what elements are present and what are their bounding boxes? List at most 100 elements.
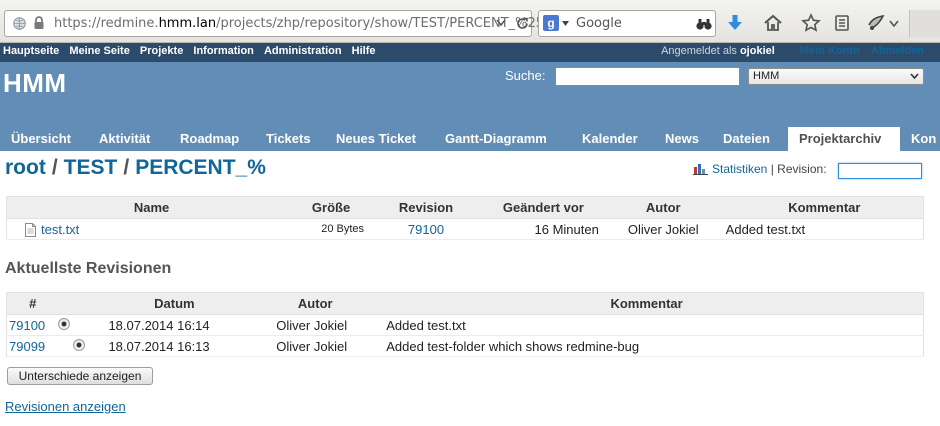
revisions-table: # Datum Autor Kommentar 79100 18.07.2014… bbox=[6, 292, 924, 357]
top-menu-my-page[interactable]: Meine Seite bbox=[69, 45, 130, 57]
file-icon bbox=[25, 222, 36, 237]
tab-overview[interactable]: Übersicht bbox=[0, 127, 82, 151]
table-row: 79100 18.07.2014 16:14 Oliver Jokiel Add… bbox=[6, 314, 924, 336]
project-select-value: HMM bbox=[753, 70, 780, 82]
revision-date: 18.07.2014 16:14 bbox=[88, 314, 261, 336]
top-menu-information[interactable]: Information bbox=[193, 45, 254, 57]
project-title: HMM bbox=[3, 68, 67, 98]
main-menu: Übersicht Aktivität Roadmap Tickets Neue… bbox=[0, 127, 940, 151]
google-logo-icon[interactable]: g bbox=[543, 15, 559, 31]
radio-column-header bbox=[73, 292, 89, 315]
tab-gantt[interactable]: Gantt-Diagramm bbox=[434, 127, 558, 151]
top-menu-projects[interactable]: Projekte bbox=[140, 45, 183, 57]
entries-header-row: Name Größe Revision Geändert vor Autor K… bbox=[6, 196, 924, 219]
tab-new-ticket[interactable]: Neues Ticket bbox=[325, 127, 427, 151]
entry-comment: Added test.txt bbox=[725, 218, 924, 240]
header: HMM Suche: HMM Übersicht Aktivität Roadm… bbox=[0, 62, 940, 151]
tab-repository[interactable]: Projektarchiv bbox=[788, 127, 900, 151]
extension-icon[interactable] bbox=[866, 13, 886, 33]
chevron-down-icon bbox=[910, 73, 919, 80]
logged-in-as: Angemeldet als ojokiel bbox=[661, 45, 775, 57]
breadcrumb-separator: / bbox=[51, 156, 58, 179]
statistics-link[interactable]: Statistiken bbox=[712, 162, 767, 176]
url-bar[interactable]: https://redmine.hmm.lan/projects/zhp/rep… bbox=[4, 10, 544, 37]
breadcrumb: root / TEST / PERCENT_% bbox=[5, 156, 266, 180]
revision-author: Oliver Jokiel bbox=[260, 314, 371, 336]
breadcrumb-folder[interactable]: TEST bbox=[64, 156, 118, 179]
radio-cell bbox=[73, 314, 89, 336]
url-text: https://redmine.hmm.lan/projects/zhp/rep… bbox=[54, 16, 545, 31]
diff-to-radio[interactable] bbox=[73, 338, 86, 351]
view-revisions-link[interactable]: Revisionen anzeigen bbox=[5, 399, 126, 414]
column-header: Geändert vor bbox=[485, 196, 601, 219]
contextual-actions: Statistiken | Revision: bbox=[693, 162, 827, 176]
tab-tickets[interactable]: Tickets bbox=[255, 127, 322, 151]
column-header: # bbox=[6, 292, 59, 315]
top-menu-home[interactable]: Hauptseite bbox=[3, 45, 59, 57]
table-row: 79099 18.07.2014 16:13 Oliver Jokiel Add… bbox=[6, 335, 924, 357]
revision-id-cell: 79099 bbox=[6, 335, 59, 357]
username-link[interactable]: ojokiel bbox=[740, 45, 775, 57]
url-dropdown-icon[interactable] bbox=[496, 19, 506, 27]
column-header: Name bbox=[6, 196, 297, 219]
reading-list-icon[interactable] bbox=[832, 13, 852, 33]
tab-calendar[interactable]: Kalender bbox=[571, 127, 649, 151]
column-header: Revision bbox=[366, 196, 486, 219]
download-icon[interactable] bbox=[725, 13, 745, 33]
logout-link[interactable]: Abmelden bbox=[871, 45, 924, 57]
revision-label: Revision: bbox=[777, 162, 827, 176]
web-search-placeholder: Google bbox=[576, 16, 622, 31]
top-menu-help[interactable]: Hilfe bbox=[352, 45, 376, 57]
web-search-box[interactable]: g Google bbox=[538, 10, 716, 37]
chevron-down-icon[interactable] bbox=[562, 21, 569, 26]
tab-news[interactable]: News bbox=[654, 127, 710, 151]
globe-icon bbox=[13, 17, 26, 30]
lock-icon bbox=[34, 16, 44, 29]
binoculars-icon[interactable] bbox=[696, 17, 712, 31]
view-differences-button[interactable]: Unterschiede anzeigen bbox=[7, 367, 153, 385]
chevron-down-icon[interactable] bbox=[888, 13, 900, 33]
search-label: Suche: bbox=[505, 68, 546, 83]
column-header: Größe bbox=[296, 196, 367, 219]
tab-settings[interactable]: Kon bbox=[900, 127, 940, 151]
latest-revisions-heading: Aktuellste Revisionen bbox=[5, 260, 172, 277]
project-jump-select[interactable]: HMM bbox=[748, 68, 924, 85]
reload-icon[interactable] bbox=[515, 16, 530, 31]
column-header: Kommentar bbox=[725, 196, 924, 219]
tab-files[interactable]: Dateien bbox=[712, 127, 781, 151]
search-input[interactable] bbox=[555, 67, 740, 86]
diff-from-radio[interactable] bbox=[58, 317, 71, 330]
radio-cell bbox=[73, 335, 89, 357]
column-header: Autor bbox=[600, 196, 726, 219]
tab-activity[interactable]: Aktivität bbox=[88, 127, 161, 151]
revision-id-link[interactable]: 79099 bbox=[9, 339, 45, 354]
browser-toolbar: https://redmine.hmm.lan/projects/zhp/rep… bbox=[0, 0, 940, 43]
breadcrumb-separator: / bbox=[123, 156, 130, 179]
revision-id-link[interactable]: 79100 bbox=[9, 318, 45, 333]
entry-author: Oliver Jokiel bbox=[600, 218, 726, 240]
entry-revision-link[interactable]: 79100 bbox=[408, 222, 444, 237]
top-menu: Hauptseite Meine Seite Projekte Informat… bbox=[0, 43, 940, 62]
entries-table: Name Größe Revision Geändert vor Autor K… bbox=[6, 196, 924, 240]
entry-age: 16 Minuten bbox=[485, 218, 601, 240]
radio-cell bbox=[58, 314, 74, 336]
breadcrumb-root[interactable]: root bbox=[5, 156, 46, 179]
revision-id-cell: 79100 bbox=[6, 314, 59, 336]
tab-roadmap[interactable]: Roadmap bbox=[169, 127, 250, 151]
column-header: Autor bbox=[260, 292, 371, 315]
home-icon[interactable] bbox=[763, 13, 783, 33]
contextual-divider: | bbox=[770, 162, 774, 176]
entry-name-cell: test.txt bbox=[6, 218, 297, 240]
entry-name-link[interactable]: test.txt bbox=[41, 222, 79, 237]
statistics-icon[interactable] bbox=[693, 162, 708, 175]
top-menu-administration[interactable]: Administration bbox=[264, 45, 342, 57]
my-account-link[interactable]: Mein Konto bbox=[800, 45, 860, 57]
window-edge bbox=[909, 10, 940, 37]
revision-author: Oliver Jokiel bbox=[260, 335, 371, 357]
breadcrumb-current[interactable]: PERCENT_% bbox=[135, 156, 266, 179]
entry-size: 20 Bytes bbox=[296, 218, 367, 240]
bookmark-star-icon[interactable] bbox=[801, 13, 821, 33]
entry-revision-cell: 79100 bbox=[366, 218, 486, 240]
revision-date: 18.07.2014 16:13 bbox=[88, 335, 261, 357]
revision-input[interactable] bbox=[838, 163, 922, 179]
